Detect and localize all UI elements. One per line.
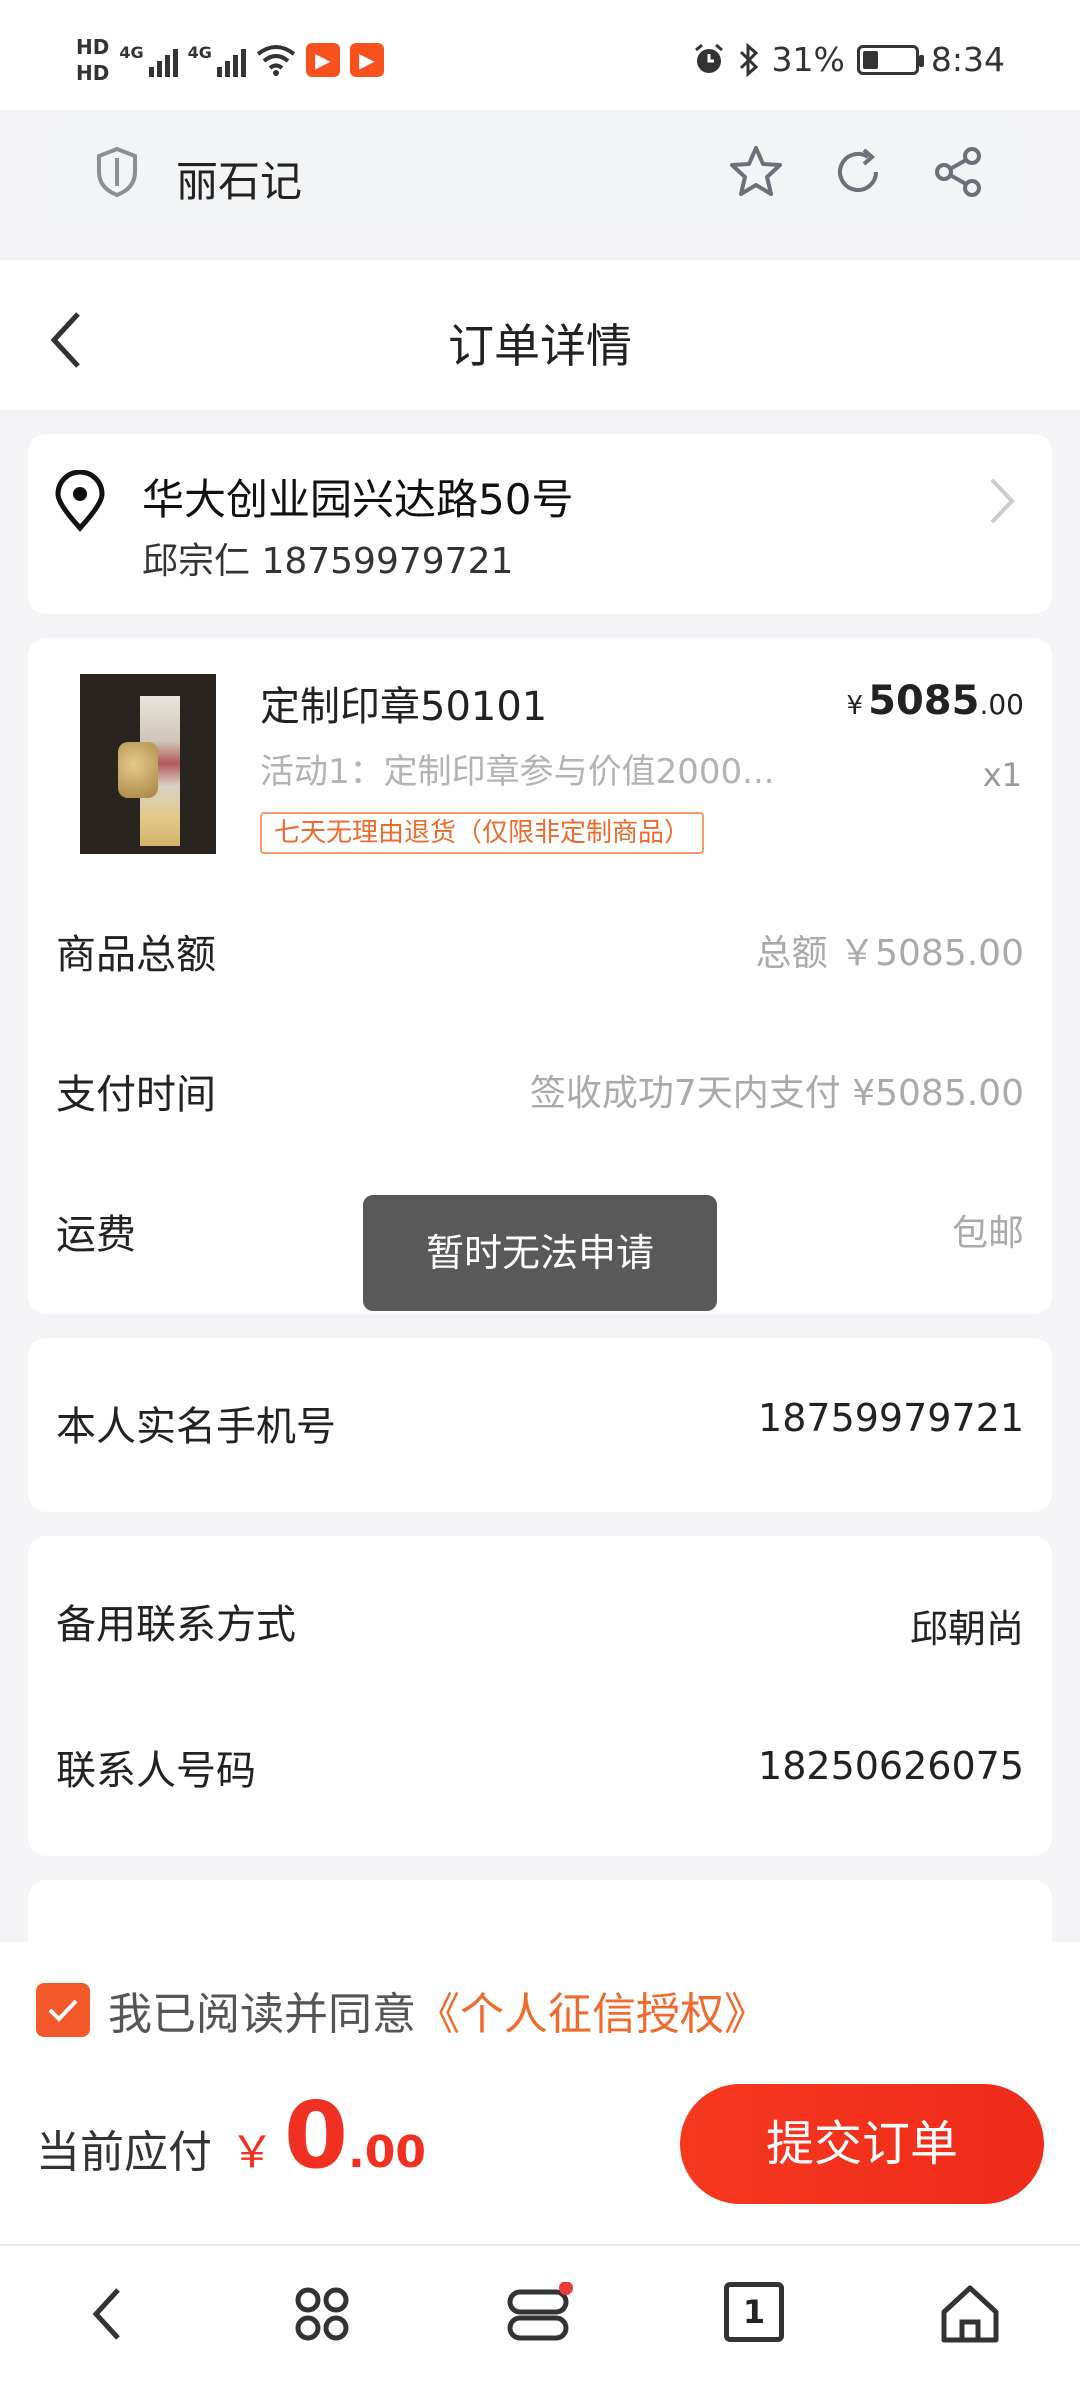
product-name: 定制印章50101 [260, 684, 548, 730]
browser-nav-bar: 1 [0, 2246, 1080, 2388]
page-header: 订单详情 [0, 260, 1080, 410]
tabs-icon[interactable]: 1 [724, 2282, 784, 2342]
hd-indicator: HD HD [76, 35, 110, 85]
signal-icon: 4G [119, 43, 178, 77]
back-icon[interactable] [88, 2282, 128, 2346]
wifi-icon [256, 45, 296, 76]
toast-message: 暂时无法申请 [363, 1195, 717, 1311]
share-icon[interactable] [928, 142, 988, 202]
credit-auth-link[interactable]: 《个人征信授权》 [416, 1978, 768, 2042]
app-notification-icon: ▶ [349, 43, 384, 77]
menu-icon[interactable] [506, 2282, 574, 2346]
page-title: 订单详情 [448, 319, 632, 373]
phone-card: 本人实名手机号 18759979721 [28, 1338, 1052, 1512]
app-notification-icon: ▶ [305, 43, 340, 77]
agreement-row[interactable]: 我已阅读并同意 《个人征信授权》 [36, 1978, 768, 2042]
contact-number-row[interactable]: 联系人号码 18250626075 [56, 1738, 1024, 1798]
alarm-icon [694, 43, 723, 73]
clock: 8:34 [930, 40, 1005, 79]
status-right: 31% 8:34 [692, 40, 1005, 79]
status-left: HD HD 4G 4G ▶ ▶ [76, 34, 384, 86]
product-image [80, 674, 216, 854]
battery-percent: 31% [771, 40, 845, 79]
pay-time-row: 支付时间 签收成功7天内支付 ¥5085.00 [56, 1062, 1024, 1122]
backup-contact-value: 邱朝尚 [909, 1607, 1024, 1651]
shipping-value: 包邮 [951, 1213, 1024, 1254]
home-icon[interactable] [938, 2282, 1002, 2346]
battery-fill [862, 50, 879, 69]
checkout-bar: 我已阅读并同意 《个人征信授权》 当前应付 ￥ 0 .00 提交订单 [0, 1942, 1080, 2244]
agree-checkbox[interactable] [36, 1983, 90, 2037]
browser-address-bar[interactable]: 丽石记 [44, 110, 1036, 236]
address-card[interactable]: 华大创业园兴达路50号 邱宗仁 18759979721 [28, 434, 1052, 614]
status-bar: HD HD 4G 4G ▶ ▶ 31% 8:34 [0, 0, 1080, 110]
phone-row: 本人实名手机号 18759979721 [56, 1396, 1024, 1450]
check-icon [48, 1999, 78, 2022]
shield-icon[interactable] [94, 146, 140, 198]
product-price: ¥ 5085.00 [846, 678, 1025, 724]
location-pin-icon [55, 470, 105, 532]
submit-order-button[interactable]: 提交订单 [680, 2084, 1044, 2204]
refresh-icon[interactable] [828, 142, 888, 202]
star-icon[interactable] [726, 142, 786, 202]
address-street: 华大创业园兴达路50号 [142, 475, 574, 524]
contact-number-value: 18250626075 [758, 1744, 1024, 1788]
bluetooth-icon [739, 42, 758, 77]
site-name[interactable]: 丽石记 [176, 148, 302, 209]
address-contact: 邱宗仁 18759979721 [142, 541, 514, 582]
battery-icon [856, 44, 924, 75]
amount-due: 当前应付 ￥ 0 .00 [36, 2082, 426, 2189]
phone-value: 18759979721 [758, 1396, 1024, 1440]
return-policy-tag: 七天无理由退货（仅限非定制商品） [260, 812, 705, 854]
product-quantity: x1 [982, 756, 1022, 794]
total-row: 商品总额 总额 ￥5085.00 [56, 922, 1024, 982]
total-value: 总额 ￥5085.00 [755, 933, 1024, 974]
backup-contact-card: 备用联系方式 邱朝尚 联系人号码 18250626075 [28, 1536, 1052, 1856]
product-promo: 活动1：定制印章参与价值2000... [260, 752, 775, 792]
pay-time-value: 签收成功7天内支付 ¥5085.00 [529, 1073, 1024, 1114]
chevron-right-icon[interactable] [986, 476, 1016, 526]
agree-text: 我已阅读并同意 [108, 1989, 416, 2040]
backup-contact-row[interactable]: 备用联系方式 邱朝尚 [56, 1592, 1024, 1652]
signal-icon: 4G [188, 43, 246, 77]
apps-icon[interactable] [290, 2282, 354, 2346]
